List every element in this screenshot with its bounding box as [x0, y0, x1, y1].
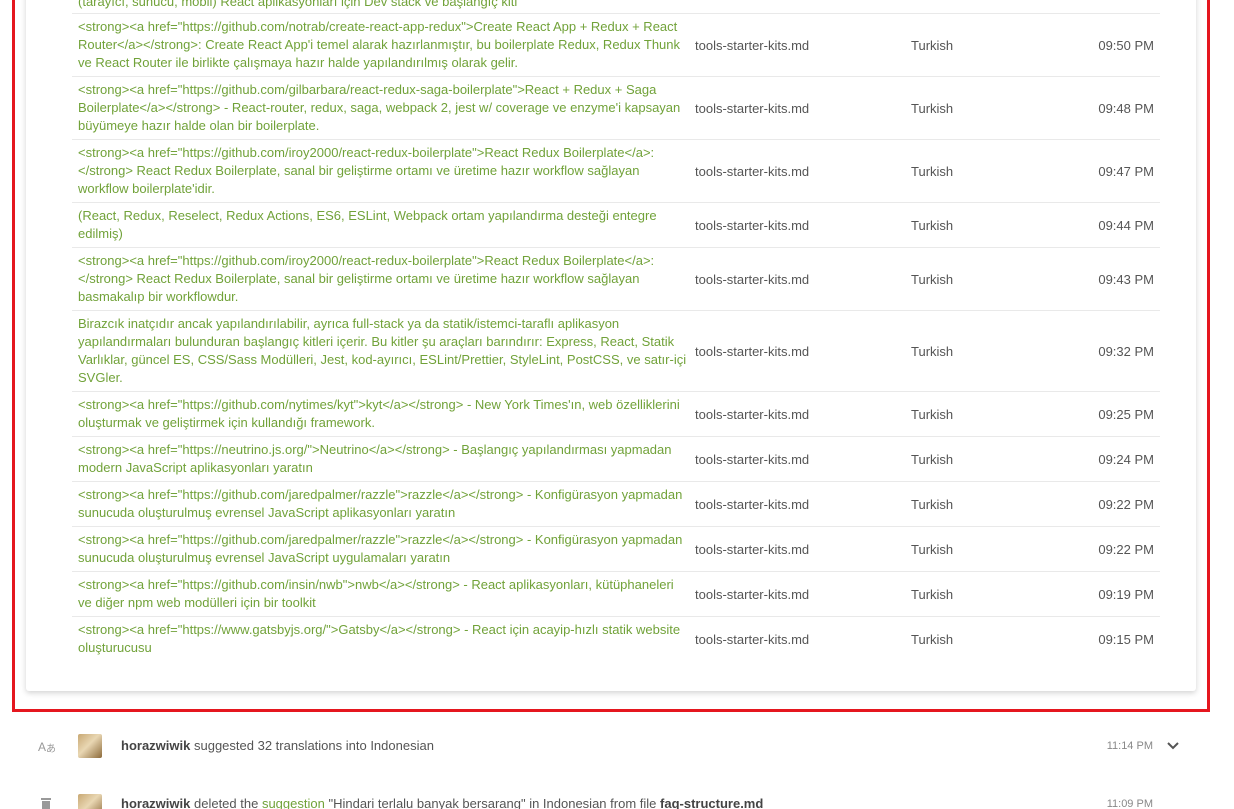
timestamp: 09:25 PM — [1098, 407, 1154, 422]
suggestions-card: (tarayıcı, sunucu, mobil) React aplikasy… — [26, 0, 1196, 691]
language: Turkish — [911, 272, 954, 287]
file-name[interactable]: tools-starter-kits.md — [695, 451, 809, 469]
svg-text:A: A — [38, 740, 46, 754]
language: Turkish — [911, 218, 954, 233]
timestamp: 09:50 PM — [1098, 38, 1154, 53]
activity-text: horazwiwik suggested 32 translations int… — [121, 738, 434, 753]
timestamp: 09:43 PM — [1098, 272, 1154, 287]
file-name[interactable]: tools-starter-kits.md — [695, 541, 809, 559]
suggestion-text[interactable]: Birazcık inatçıdır ancak yapılandırılabi… — [78, 315, 688, 387]
activity-file[interactable]: faq-structure.md — [660, 796, 763, 809]
file-name[interactable]: tools-starter-kits.md — [695, 163, 809, 181]
suggestion-text[interactable]: <strong><a href="https://www.gatsbyjs.or… — [78, 621, 688, 657]
suggestion-text[interactable]: <strong><a href="https://github.com/nyti… — [78, 396, 688, 432]
table-row[interactable]: <strong><a href="https://github.com/insi… — [72, 572, 1160, 617]
language: Turkish — [911, 587, 954, 602]
suggestion-link[interactable]: suggestion — [262, 796, 325, 809]
language: Turkish — [911, 497, 954, 512]
activity-item[interactable]: horazwiwik deleted the suggestion "Hinda… — [0, 786, 1234, 809]
table-row[interactable]: Birazcık inatçıdır ancak yapılandırılabi… — [72, 311, 1160, 392]
language: Turkish — [911, 542, 954, 557]
suggestion-text[interactable]: <strong><a href="https://github.com/gilb… — [78, 81, 688, 135]
table-row[interactable]: <strong><a href="https://github.com/notr… — [72, 14, 1160, 77]
suggestion-text[interactable]: <strong><a href="https://github.com/insi… — [78, 576, 688, 612]
file-name[interactable]: tools-starter-kits.md — [695, 406, 809, 424]
table-row[interactable]: <strong><a href="https://github.com/gilb… — [72, 77, 1160, 140]
language: Turkish — [911, 101, 954, 116]
file-name[interactable]: tools-starter-kits.md — [695, 631, 809, 649]
timestamp: 09:32 PM — [1098, 344, 1154, 359]
table-row-partial: (tarayıcı, sunucu, mobil) React aplikasy… — [72, 0, 1160, 14]
timestamp: 09:15 PM — [1098, 632, 1154, 647]
suggestion-text[interactable]: (tarayıcı, sunucu, mobil) React aplikasy… — [78, 0, 688, 11]
file-name[interactable]: tools-starter-kits.md — [695, 37, 809, 55]
timestamp: 09:19 PM — [1098, 587, 1154, 602]
table-row[interactable]: <strong><a href="https://github.com/iroy… — [72, 248, 1160, 311]
timestamp: 09:44 PM — [1098, 218, 1154, 233]
table-row[interactable]: <strong><a href="https://www.gatsbyjs.or… — [72, 617, 1160, 662]
language: Turkish — [911, 38, 954, 53]
file-name[interactable]: tools-starter-kits.md — [695, 217, 809, 235]
avatar[interactable] — [78, 794, 102, 809]
language: Turkish — [911, 452, 954, 467]
avatar[interactable] — [78, 734, 102, 758]
activity-user[interactable]: horazwiwik — [121, 796, 190, 809]
suggestion-text[interactable]: <strong><a href="https://github.com/notr… — [78, 18, 688, 72]
table-row[interactable]: <strong><a href="https://github.com/jare… — [72, 482, 1160, 527]
file-name[interactable]: tools-starter-kits.md — [695, 100, 809, 118]
language: Turkish — [911, 632, 954, 647]
suggestion-text[interactable]: (React, Redux, Reselect, Redux Actions, … — [78, 207, 688, 243]
activity-action: deleted the — [193, 796, 259, 809]
activity-detail: "Hindari terlalu banyak bersarang" in In… — [328, 796, 657, 809]
suggestion-text[interactable]: <strong><a href="https://github.com/iroy… — [78, 144, 688, 198]
activity-text: horazwiwik deleted the suggestion "Hinda… — [121, 796, 763, 809]
table-row[interactable]: <strong><a href="https://github.com/nyti… — [72, 392, 1160, 437]
timestamp: 09:22 PM — [1098, 497, 1154, 512]
activity-item[interactable]: A あ horazwiwik suggested 32 translations… — [0, 726, 1234, 766]
file-name[interactable]: tools-starter-kits.md — [695, 496, 809, 514]
table-row[interactable]: <strong><a href="https://github.com/iroy… — [72, 140, 1160, 203]
timestamp: 09:48 PM — [1098, 101, 1154, 116]
language: Turkish — [911, 407, 954, 422]
chevron-down-icon[interactable] — [1166, 739, 1180, 753]
file-name[interactable]: tools-starter-kits.md — [695, 271, 809, 289]
timestamp: 09:24 PM — [1098, 452, 1154, 467]
svg-text:あ: あ — [46, 743, 56, 754]
activity-action: suggested 32 translations into Indonesia… — [193, 738, 434, 753]
activity-time: 11:09 PM — [1106, 798, 1153, 809]
suggestion-text[interactable]: <strong><a href="https://github.com/jare… — [78, 486, 688, 522]
file-name[interactable]: tools-starter-kits.md — [695, 586, 809, 604]
timestamp: 09:47 PM — [1098, 164, 1154, 179]
activity-user[interactable]: horazwiwik — [121, 738, 190, 753]
table-row[interactable]: (React, Redux, Reselect, Redux Actions, … — [72, 203, 1160, 248]
suggestion-text[interactable]: <strong><a href="https://github.com/jare… — [78, 531, 688, 567]
trash-icon — [38, 796, 56, 809]
activity-time: 11:14 PM — [1106, 740, 1153, 752]
language: Turkish — [911, 344, 954, 359]
table-row[interactable]: <strong><a href="https://neutrino.js.org… — [72, 437, 1160, 482]
translate-icon: A あ — [38, 738, 56, 756]
suggestion-text[interactable]: <strong><a href="https://neutrino.js.org… — [78, 441, 688, 477]
timestamp: 09:22 PM — [1098, 542, 1154, 557]
file-name[interactable]: tools-starter-kits.md — [695, 343, 809, 361]
table-row[interactable]: <strong><a href="https://github.com/jare… — [72, 527, 1160, 572]
language: Turkish — [911, 164, 954, 179]
suggestion-text[interactable]: <strong><a href="https://github.com/iroy… — [78, 252, 688, 306]
